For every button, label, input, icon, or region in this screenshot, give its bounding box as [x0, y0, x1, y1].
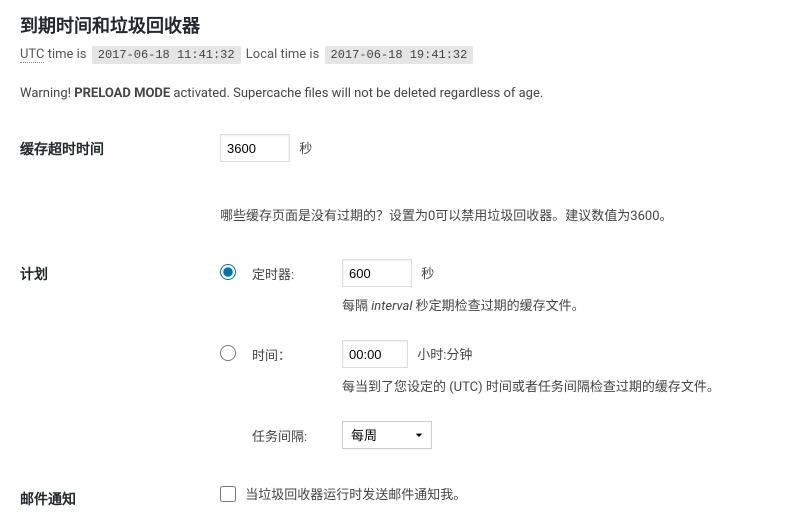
local-time-text: Local time is	[243, 47, 323, 62]
warning-mode: PRELOAD MODE	[74, 86, 170, 101]
cache-timeout-label: 缓存超时时间	[20, 119, 220, 182]
time-info-row: UTC time is 2017-06-18 11:41:32 Local ti…	[20, 46, 765, 72]
schedule-timer-desc-ital: interval	[371, 299, 412, 314]
cache-timeout-desc: 哪些缓存页面是没有过期的？设置为0可以禁用垃圾回收器。建议数值为3600。	[220, 205, 755, 224]
schedule-clock-radio[interactable]	[220, 345, 236, 361]
local-time-value: 2017-06-18 19:41:32	[325, 46, 474, 64]
schedule-timer-radio[interactable]	[220, 264, 236, 280]
schedule-interval-label: 任务间隔:	[252, 421, 342, 445]
email-notify-text[interactable]: 当垃圾回收器运行时发送邮件通知我。	[245, 488, 466, 503]
utc-time-value: 2017-06-18 11:41:32	[92, 46, 241, 64]
utc-abbr: UTC	[20, 47, 44, 63]
schedule-timer-unit: 秒	[421, 267, 434, 282]
schedule-clock-label: 时间：	[252, 340, 342, 364]
email-notify-label: 邮件通知	[20, 469, 220, 529]
schedule-interval-block: 任务间隔: 每周	[220, 421, 755, 449]
schedule-timer-block: 定时器: 秒 每隔 interval 秒定期检查过期的缓存文件。	[220, 259, 755, 314]
schedule-interval-select[interactable]: 每周	[342, 421, 432, 449]
section-heading: 到期时间和垃圾回收器	[20, 0, 765, 46]
schedule-timer-label: 定时器:	[252, 259, 342, 283]
schedule-timer-input[interactable]	[342, 259, 412, 287]
schedule-timer-desc-post: 秒定期检查过期的缓存文件。	[412, 299, 584, 314]
schedule-clock-desc: 每当到了您设定的 (UTC) 时间或者任务间隔检查过期的缓存文件。	[342, 376, 755, 395]
schedule-timer-desc-pre: 每隔	[342, 299, 371, 314]
preload-warning: Warning! PRELOAD MODE activated. Superca…	[20, 72, 765, 119]
schedule-timer-desc: 每隔 interval 秒定期检查过期的缓存文件。	[342, 295, 755, 314]
schedule-label: 计划	[20, 244, 220, 469]
warning-suffix: activated. Supercache files will not be …	[170, 86, 543, 101]
cache-timeout-unit: 秒	[299, 142, 312, 157]
email-notify-checkbox[interactable]	[220, 486, 236, 502]
schedule-clock-unit: 小时:分钟	[417, 348, 472, 363]
warning-prefix: Warning!	[20, 86, 74, 101]
cache-timeout-input[interactable]	[220, 134, 290, 162]
schedule-clock-block: 时间： 小时:分钟 每当到了您设定的 (UTC) 时间或者任务间隔检查过期的缓存…	[220, 340, 755, 395]
utc-time-text: time is	[44, 47, 89, 62]
schedule-clock-input[interactable]	[342, 340, 408, 368]
